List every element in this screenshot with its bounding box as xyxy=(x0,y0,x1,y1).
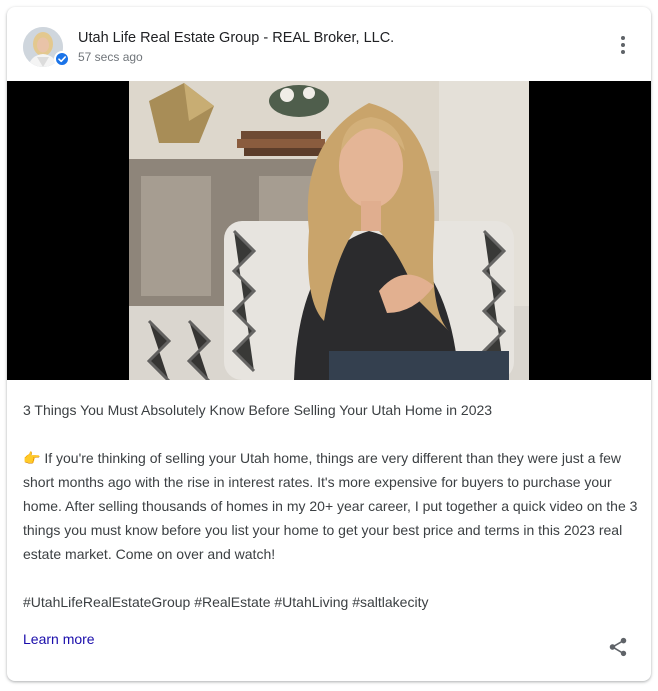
business-name[interactable]: Utah Life Real Estate Group - REAL Broke… xyxy=(78,30,394,46)
post-timestamp: 57 secs ago xyxy=(78,50,143,64)
video-frame xyxy=(129,81,529,380)
post-hashtags: #UtahLifeRealEstateGroup #RealEstate #Ut… xyxy=(23,594,429,610)
verified-check-icon xyxy=(54,51,70,67)
post-header: Utah Life Real Estate Group - REAL Broke… xyxy=(7,7,651,81)
post-body: 3 Things You Must Absolutely Know Before… xyxy=(23,398,639,614)
post-title: 3 Things You Must Absolutely Know Before… xyxy=(23,402,493,418)
post-card: Utah Life Real Estate Group - REAL Broke… xyxy=(7,7,651,681)
video-thumbnail[interactable] xyxy=(7,81,651,380)
share-icon[interactable] xyxy=(607,636,629,658)
post-description: 👉 If you're thinking of selling your Uta… xyxy=(23,450,638,562)
learn-more-link[interactable]: Learn more xyxy=(23,631,95,647)
more-vert-icon[interactable] xyxy=(613,33,633,57)
